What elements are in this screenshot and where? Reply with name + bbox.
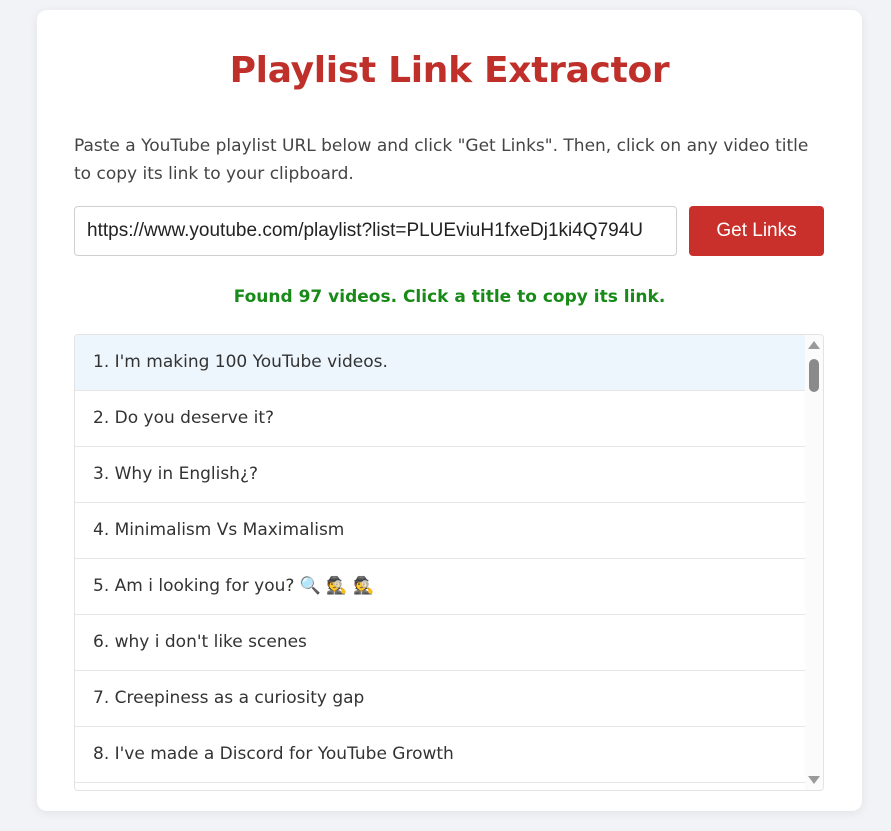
video-list-item[interactable]: 2. Do you deserve it?: [75, 391, 805, 447]
video-list-item[interactable]: 4. Minimalism Vs Maximalism: [75, 503, 805, 559]
video-list-item[interactable]: 8. I've made a Discord for YouTube Growt…: [75, 727, 805, 783]
page-title: Playlist Link Extractor: [229, 50, 670, 91]
list-scrollbar[interactable]: [805, 335, 823, 790]
scroll-down-arrow-icon[interactable]: [808, 776, 820, 784]
video-list-item[interactable]: 3. Why in English¿?: [75, 447, 805, 503]
url-form: Get Links: [74, 206, 825, 256]
playlist-url-input[interactable]: [74, 206, 677, 256]
video-list-item[interactable]: 7. Creepiness as a curiosity gap: [75, 671, 805, 727]
video-list-item[interactable]: 1. I'm making 100 YouTube videos.: [75, 335, 805, 391]
status-message: Found 97 videos. Click a title to copy i…: [233, 287, 666, 307]
extractor-card: Playlist Link Extractor Paste a YouTube …: [37, 10, 862, 811]
video-list-item[interactable]: 6. why i don't like scenes: [75, 615, 805, 671]
scroll-up-arrow-icon[interactable]: [808, 341, 820, 349]
get-links-button[interactable]: Get Links: [689, 206, 824, 256]
video-list: 1. I'm making 100 YouTube videos. 2. Do …: [75, 335, 805, 783]
scroll-thumb[interactable]: [809, 359, 819, 392]
instructions-text: Paste a YouTube playlist URL below and c…: [74, 136, 809, 184]
video-list-container[interactable]: 1. I'm making 100 YouTube videos. 2. Do …: [74, 334, 824, 791]
video-list-item[interactable]: 5. Am i looking for you? 🔍 🕵️ 🕵️: [75, 559, 805, 615]
